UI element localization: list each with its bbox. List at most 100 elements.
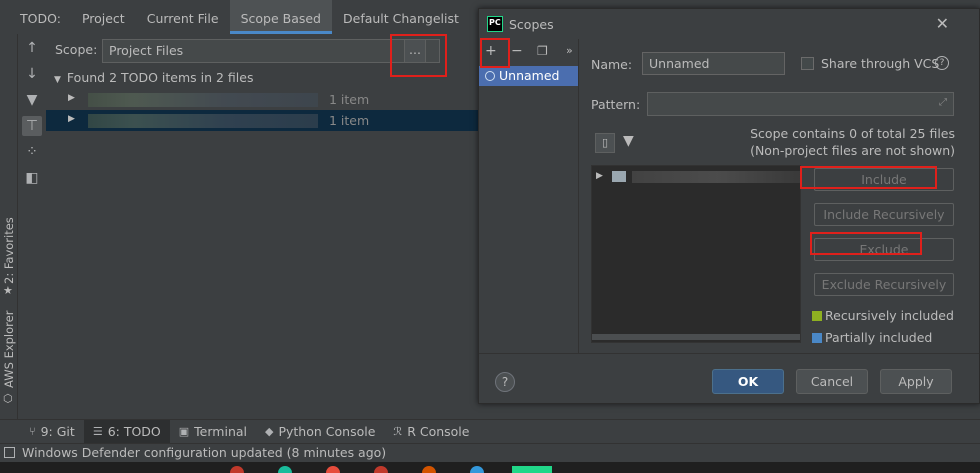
name-field[interactable]: Unnamed bbox=[642, 52, 785, 75]
highlight-box bbox=[390, 34, 447, 77]
dialog-title: Scopes bbox=[509, 17, 554, 32]
scope-label: Scope: bbox=[55, 42, 98, 57]
blurred-folder-name bbox=[632, 171, 802, 183]
arrow-down-icon[interactable]: ↓ bbox=[22, 64, 42, 84]
window-icon[interactable] bbox=[4, 447, 15, 458]
pattern-label: Pattern: bbox=[591, 97, 641, 112]
pycharm-taskbar-icon[interactable] bbox=[512, 466, 552, 473]
tool-window-bar: ⑂ 9: Git ☰ 6: TODO ▣ Terminal ◆ Python Conso… bbox=[0, 419, 980, 444]
found-summary[interactable]: ▼ Found 2 TODO items in 2 files bbox=[54, 70, 253, 85]
tab-scope-based[interactable]: Scope Based bbox=[229, 0, 332, 34]
scope-list-pane: + − ❐ » Unnamed bbox=[479, 39, 579, 353]
python-icon: ◆ bbox=[265, 424, 274, 438]
preview-icon[interactable]: ⊤ bbox=[22, 116, 42, 136]
highlight-box bbox=[480, 38, 510, 68]
copy-icon[interactable]: ❐ bbox=[537, 44, 548, 58]
scope-list-item-label: Unnamed bbox=[499, 68, 560, 83]
scope-list-item[interactable]: Unnamed bbox=[479, 66, 578, 86]
terminal-icon: ▣ bbox=[178, 424, 190, 438]
taskbar bbox=[0, 462, 980, 473]
horizontal-scrollbar[interactable] bbox=[592, 334, 800, 340]
item-count: 1 item bbox=[329, 113, 370, 128]
partially-included-label: Partially included bbox=[825, 330, 933, 345]
scope-stats: Scope contains 0 of total 25 files bbox=[750, 126, 955, 141]
scope-icon bbox=[485, 71, 495, 81]
app-icon[interactable] bbox=[374, 466, 388, 473]
aws-explorer-label: AWS Explorer bbox=[2, 310, 16, 388]
app-icon[interactable] bbox=[278, 466, 292, 473]
tree-row[interactable]: ▶ 1 item bbox=[46, 89, 486, 110]
expand-triangle-icon: ▼ bbox=[54, 75, 61, 85]
tab-python-console-label: Python Console bbox=[278, 423, 376, 439]
partially-included-swatch bbox=[812, 333, 822, 343]
more-icon[interactable]: » bbox=[566, 44, 573, 57]
blurred-file-name bbox=[88, 93, 318, 107]
file-icon[interactable]: ▯ bbox=[595, 133, 615, 153]
include-recursively-button[interactable]: Include Recursively bbox=[814, 203, 954, 226]
tab-git[interactable]: ⑂ 9: Git bbox=[20, 420, 84, 444]
dialog-title-bar: PC Scopes ✕ bbox=[479, 9, 979, 39]
collapse-triangle-icon: ▶ bbox=[68, 93, 75, 103]
help-icon[interactable]: ? bbox=[935, 56, 949, 70]
tab-r-console[interactable]: ℛ R Console bbox=[384, 420, 478, 444]
list-icon: ☰ bbox=[92, 424, 103, 438]
tab-current-file[interactable]: Current File bbox=[136, 0, 230, 34]
remove-icon[interactable]: − bbox=[511, 43, 523, 59]
cancel-button[interactable]: Cancel bbox=[796, 369, 868, 394]
share-vcs-checkbox[interactable] bbox=[801, 57, 814, 70]
dialog-footer: ? OK Cancel Apply bbox=[479, 353, 979, 403]
todo-actions: ↑ ↓ ▼ ⊤ ⁘ ◧ bbox=[18, 34, 46, 419]
found-text: Found 2 TODO items in 2 files bbox=[66, 70, 254, 85]
tab-git-label: 9: Git bbox=[40, 423, 75, 439]
exclude-recursively-button[interactable]: Exclude Recursively bbox=[814, 273, 954, 296]
group-icon[interactable]: ⁘ bbox=[22, 142, 42, 162]
todo-label: TODO: bbox=[20, 11, 61, 26]
expand-icon[interactable]: ⤢ bbox=[939, 97, 947, 108]
todo-panel: Scope: Project Files ▼ ... ▼Found 2 TODO… bbox=[46, 34, 486, 419]
r-icon: ℛ bbox=[393, 424, 403, 438]
collapse-triangle-icon: ▶ bbox=[68, 114, 75, 124]
app-icon[interactable] bbox=[422, 466, 436, 473]
close-icon[interactable]: ✕ bbox=[936, 14, 949, 33]
filter-icon[interactable]: ▼ bbox=[623, 133, 634, 149]
folder-icon bbox=[612, 171, 626, 182]
scope-stats-note: (Non-project files are not shown) bbox=[750, 143, 955, 158]
app-icon[interactable] bbox=[326, 466, 340, 473]
tab-python-console[interactable]: ◆ Python Console bbox=[256, 420, 384, 444]
app-icon[interactable] bbox=[230, 466, 244, 473]
app-icon[interactable] bbox=[470, 466, 484, 473]
tab-terminal[interactable]: ▣ Terminal bbox=[170, 420, 256, 444]
pycharm-logo: PC bbox=[487, 16, 503, 32]
name-label: Name: bbox=[591, 57, 633, 72]
status-message: Windows Defender configuration updated (… bbox=[22, 445, 387, 460]
left-tool-strip: 2: Favorites ★ AWS Explorer ⬡ bbox=[0, 34, 18, 419]
tab-project[interactable]: Project bbox=[71, 0, 136, 34]
tab-default-changelist[interactable]: Default Changelist bbox=[332, 0, 470, 34]
highlight-box bbox=[800, 166, 937, 189]
apply-button[interactable]: Apply bbox=[880, 369, 952, 394]
ok-button[interactable]: OK bbox=[712, 369, 784, 394]
tree-row[interactable]: ▶ 1 item bbox=[46, 110, 486, 131]
recursively-included-label: Recursively included bbox=[825, 308, 954, 323]
filter-icon[interactable]: ▼ bbox=[22, 90, 42, 110]
scopes-dialog: PC Scopes ✕ + − ❐ » Unnamed Name: Unname… bbox=[478, 8, 980, 404]
blurred-file-name bbox=[88, 114, 318, 128]
help-button[interactable]: ? bbox=[495, 372, 515, 392]
layout-icon[interactable]: ◧ bbox=[22, 168, 42, 188]
item-count: 1 item bbox=[329, 92, 370, 107]
tab-terminal-label: Terminal bbox=[194, 423, 247, 439]
git-branch-icon: ⑂ bbox=[29, 424, 36, 438]
tab-todo[interactable]: ☰ 6: TODO bbox=[83, 419, 170, 444]
arrow-up-icon[interactable]: ↑ bbox=[22, 38, 42, 58]
star-icon: ★ bbox=[3, 284, 13, 297]
collapse-triangle-icon: ▶ bbox=[596, 171, 603, 181]
file-tree[interactable]: ▶ bbox=[591, 165, 802, 343]
tab-todo-label: 6: TODO bbox=[107, 423, 161, 439]
tab-r-console-label: R Console bbox=[407, 423, 470, 439]
share-vcs-label: Share through VCS bbox=[821, 56, 940, 71]
recursively-included-swatch bbox=[812, 311, 822, 321]
status-bar: Windows Defender configuration updated (… bbox=[0, 443, 980, 462]
favorites-label: 2: Favorites bbox=[2, 217, 16, 284]
pattern-field[interactable]: ⤢ bbox=[647, 92, 954, 116]
scope-select-value: Project Files bbox=[109, 43, 184, 58]
